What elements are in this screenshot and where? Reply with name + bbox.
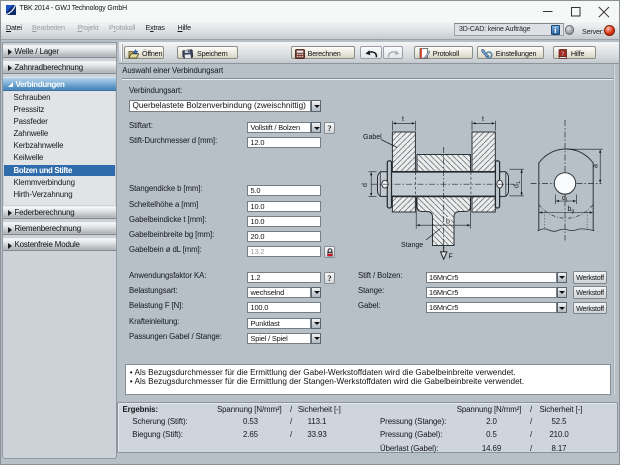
svg-text:d: d — [514, 184, 521, 188]
svg-text:a: a — [593, 164, 600, 168]
svg-text:?: ? — [561, 50, 564, 57]
svg-text:b: b — [446, 219, 450, 226]
svg-text:F: F — [449, 254, 453, 261]
svg-text:t: t — [402, 116, 404, 123]
svg-text:Stange: Stange — [401, 242, 423, 249]
svg-text:d: d — [362, 183, 369, 187]
svg-text:g: g — [572, 209, 575, 215]
svg-text:L: L — [566, 198, 569, 204]
svg-text:Gabel: Gabel — [363, 134, 382, 141]
svg-text:L: L — [516, 181, 522, 184]
svg-text:t: t — [482, 116, 484, 123]
